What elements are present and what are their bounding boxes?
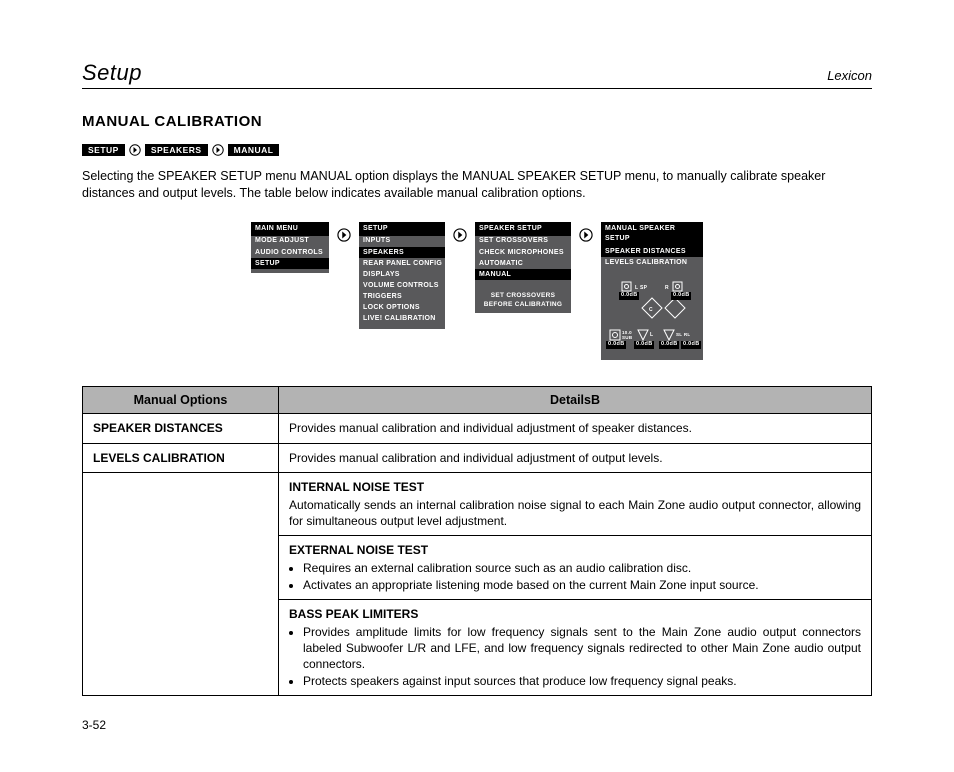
menu-item: SET CROSSOVERS — [475, 236, 571, 247]
menu-item: LIVE! CALIBRATION — [359, 314, 445, 325]
row-label-empty — [83, 472, 279, 536]
row-details: INTERNAL NOISE TEST Automatically sends … — [279, 472, 872, 536]
bullet-item: Protects speakers against input sources … — [303, 673, 861, 689]
page-number: 3-52 — [82, 718, 872, 732]
bullet-item: Provides amplitude limits for low freque… — [303, 624, 861, 673]
db-label: 0.0dB — [671, 292, 691, 300]
table-header-manual-options: Manual Options — [83, 387, 279, 414]
menu-item: INPUTS — [359, 236, 445, 247]
menu-item: AUDIO CONTROLS — [251, 247, 329, 258]
table-header-details: DetailsB — [279, 387, 872, 414]
subsection-heading: EXTERNAL NOISE TEST — [289, 542, 861, 558]
menu-item: LOCK OPTIONS — [359, 303, 445, 314]
bullet-item: Requires an external calibration source … — [303, 560, 861, 576]
speaker-layout-icon: L SP R C 10.0 SUB L SL RL — [601, 276, 703, 354]
menu-item-selected: SPEAKERS — [359, 247, 445, 258]
chevron-right-icon — [453, 228, 467, 242]
svg-text:L SP: L SP — [635, 285, 648, 291]
subsection-body: Automatically sends an internal calibrat… — [289, 497, 861, 529]
db-label: 0.0dB — [634, 341, 654, 349]
subsection-heading: INTERNAL NOISE TEST — [289, 479, 861, 495]
menu-diagram-row: MAIN MENU MODE ADJUST AUDIO CONTROLS SET… — [82, 222, 872, 361]
menu-manual-speaker-setup: MANUAL SPEAKER SETUP SPEAKER DISTANCES L… — [601, 222, 703, 361]
chevron-right-icon — [129, 144, 141, 156]
menu-note-line: BEFORE CALIBRATING — [475, 301, 571, 309]
breadcrumb: SETUP SPEAKERS MANUAL — [82, 144, 872, 156]
svg-text:C: C — [649, 307, 653, 313]
row-label: LEVELS CALIBRATION — [83, 443, 279, 472]
menu-item-selected: SETUP — [251, 258, 329, 269]
breadcrumb-chip: MANUAL — [228, 144, 280, 156]
table-row: INTERNAL NOISE TEST Automatically sends … — [83, 472, 872, 536]
menu-speaker-setup: SPEAKER SETUP SET CROSSOVERS CHECK MICRO… — [475, 222, 571, 314]
table-row: BASS PEAK LIMITERS Provides amplitude li… — [83, 599, 872, 695]
menu-item-selected: MANUAL — [475, 269, 571, 280]
chevron-right-icon — [579, 228, 593, 242]
table-row: EXTERNAL NOISE TEST Requires an external… — [83, 536, 872, 600]
page-header: Setup Lexicon — [82, 60, 872, 89]
menu-item: REAR PANEL CONFIG — [359, 258, 445, 269]
row-label-empty — [83, 599, 279, 695]
menu-item: CHECK MICROPHONES — [475, 247, 571, 258]
menu-title: MAIN MENU — [251, 222, 329, 236]
svg-text:R: R — [665, 285, 669, 291]
menu-setup: SETUP INPUTS SPEAKERS REAR PANEL CONFIG … — [359, 222, 445, 329]
svg-text:SL RL: SL RL — [676, 332, 690, 337]
row-label-empty — [83, 536, 279, 600]
menu-item: DISPLAYS — [359, 269, 445, 280]
menu-item: TRIGGERS — [359, 292, 445, 303]
menu-note: SET CROSSOVERS BEFORE CALIBRATING — [475, 292, 571, 309]
header-brand: Lexicon — [827, 68, 872, 83]
menu-item: AUTOMATIC — [475, 258, 571, 269]
menu-title: MANUAL SPEAKER SETUP — [601, 222, 703, 246]
row-details: EXTERNAL NOISE TEST Requires an external… — [279, 536, 872, 600]
svg-text:SUB: SUB — [622, 335, 633, 340]
menu-title: SETUP — [359, 222, 445, 236]
menu-item: LEVELS CALIBRATION — [601, 257, 703, 268]
menu-item: VOLUME CONTROLS — [359, 280, 445, 291]
row-details: Provides manual calibration and individu… — [279, 414, 872, 443]
menu-title: SPEAKER SETUP — [475, 222, 571, 236]
breadcrumb-chip: SETUP — [82, 144, 125, 156]
db-label: 0.0dB — [619, 292, 639, 300]
intro-paragraph: Selecting the SPEAKER SETUP menu MANUAL … — [82, 168, 872, 202]
db-label: 0.0dB — [681, 341, 701, 349]
chevron-right-icon — [212, 144, 224, 156]
row-details: Provides manual calibration and individu… — [279, 443, 872, 472]
subsection-heading: BASS PEAK LIMITERS — [289, 606, 861, 622]
table-row: SPEAKER DISTANCES Provides manual calibr… — [83, 414, 872, 443]
menu-item-selected: SPEAKER DISTANCES — [601, 246, 703, 257]
svg-text:L: L — [650, 332, 653, 338]
page: Setup Lexicon MANUAL CALIBRATION SETUP S… — [0, 0, 954, 772]
menu-main: MAIN MENU MODE ADJUST AUDIO CONTROLS SET… — [251, 222, 329, 274]
db-label: 0.0dB — [659, 341, 679, 349]
row-label: SPEAKER DISTANCES — [83, 414, 279, 443]
table-row: LEVELS CALIBRATION Provides manual calib… — [83, 443, 872, 472]
menu-item: MODE ADJUST — [251, 236, 329, 247]
header-section-title: Setup — [82, 60, 142, 86]
menu-note-line: SET CROSSOVERS — [475, 292, 571, 300]
db-label: 0.0dB — [606, 341, 626, 349]
chevron-right-icon — [337, 228, 351, 242]
breadcrumb-chip: SPEAKERS — [145, 144, 208, 156]
section-heading: MANUAL CALIBRATION — [82, 113, 872, 130]
bullet-item: Activates an appropriate listening mode … — [303, 577, 861, 593]
options-table: Manual Options DetailsB SPEAKER DISTANCE… — [82, 386, 872, 695]
row-details: BASS PEAK LIMITERS Provides amplitude li… — [279, 599, 872, 695]
